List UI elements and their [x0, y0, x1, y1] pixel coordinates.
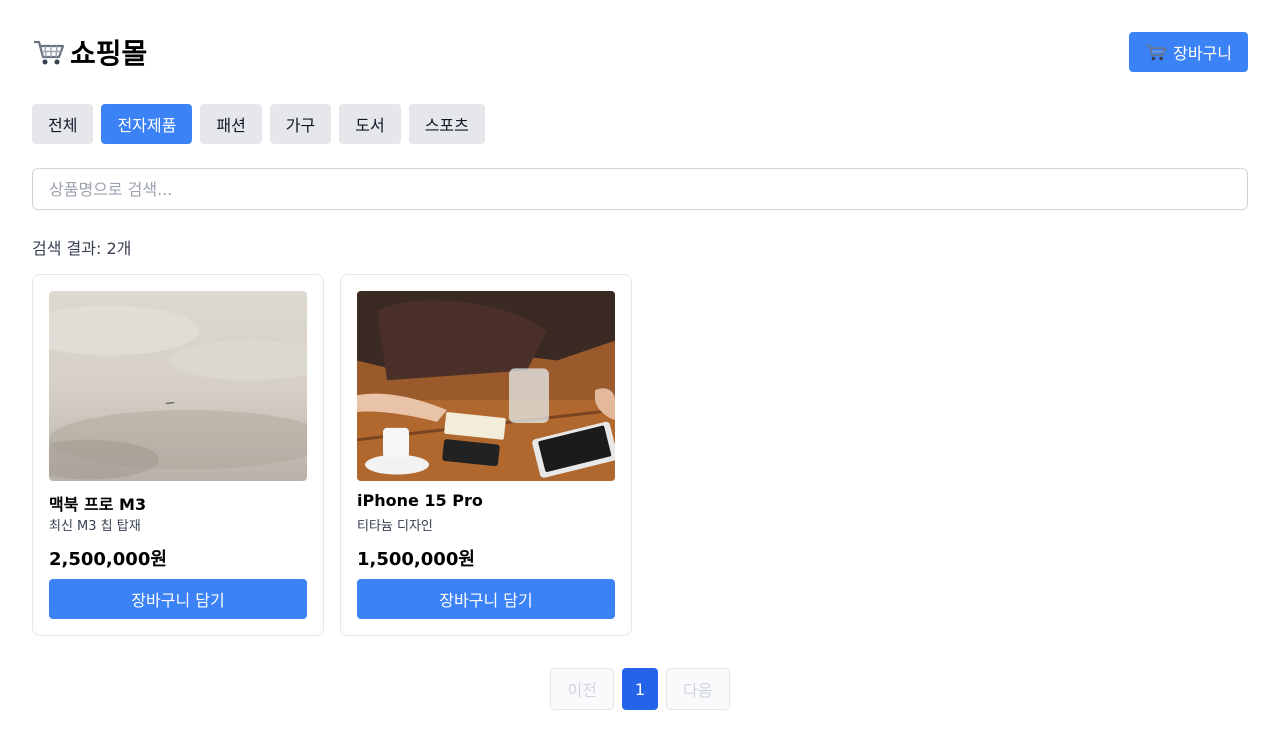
add-to-cart-button[interactable]: 장바구니 담기 [49, 579, 307, 619]
product-name: 맥북 프로 M3 [49, 495, 147, 515]
category-tab-electronics[interactable]: 전자제품 [101, 104, 193, 144]
cart-button[interactable]: 장바구니 [1129, 32, 1248, 72]
search-input[interactable] [32, 168, 1248, 210]
page-button-current[interactable]: 1 [621, 668, 659, 710]
category-tab-fashion[interactable]: 패션 [200, 104, 262, 144]
shopping-page: 쇼핑몰 장바구니 전체 전자제품 패션 가구 도서 스포츠 검색 결과: 2개 [0, 0, 1280, 742]
result-count: 검색 결과: 2개 [32, 239, 132, 258]
category-tabs: 전체 전자제품 패션 가구 도서 스포츠 [32, 104, 485, 144]
product-image[interactable] [357, 291, 615, 482]
product-description: 티타늄 디자인 [357, 519, 433, 535]
logo-text: 쇼핑몰 [70, 37, 148, 70]
category-tab-furniture[interactable]: 가구 [269, 104, 332, 144]
pagination: 이전 1 다음 [0, 668, 1280, 710]
desk-photo [357, 291, 615, 482]
product-card: 맥북 프로 M3 최신 M3 칩 탑재 2,500,000원 장바구니 담기 [32, 274, 324, 636]
product-description: 최신 M3 칩 탑재 [49, 519, 141, 535]
header: 쇼핑몰 장바구니 [32, 32, 1248, 72]
category-tab-books[interactable]: 도서 [339, 104, 401, 144]
add-to-cart-button[interactable]: 장바구니 담기 [357, 579, 615, 619]
product-price: 1,500,000원 [357, 549, 475, 571]
product-name: iPhone 15 Pro [357, 491, 483, 511]
product-card: iPhone 15 Pro 티타늄 디자인 1,500,000원 장바구니 담기 [340, 274, 632, 636]
category-tab-all[interactable]: 전체 [32, 104, 94, 144]
product-grid: 맥북 프로 M3 최신 M3 칩 탑재 2,500,000원 장바구니 담기 i… [32, 274, 632, 636]
logo[interactable]: 쇼핑몰 [32, 32, 147, 72]
shopping-cart-icon [1146, 44, 1166, 61]
product-image[interactable] [49, 291, 307, 482]
sky-photo [49, 291, 307, 482]
product-price: 2,500,000원 [49, 549, 167, 571]
shopping-cart-icon [34, 40, 65, 65]
next-page-button[interactable]: 다음 [666, 668, 730, 710]
prev-page-button[interactable]: 이전 [550, 668, 614, 710]
category-tab-sports[interactable]: 스포츠 [408, 104, 485, 144]
cart-button-label: 장바구니 [1173, 44, 1232, 63]
